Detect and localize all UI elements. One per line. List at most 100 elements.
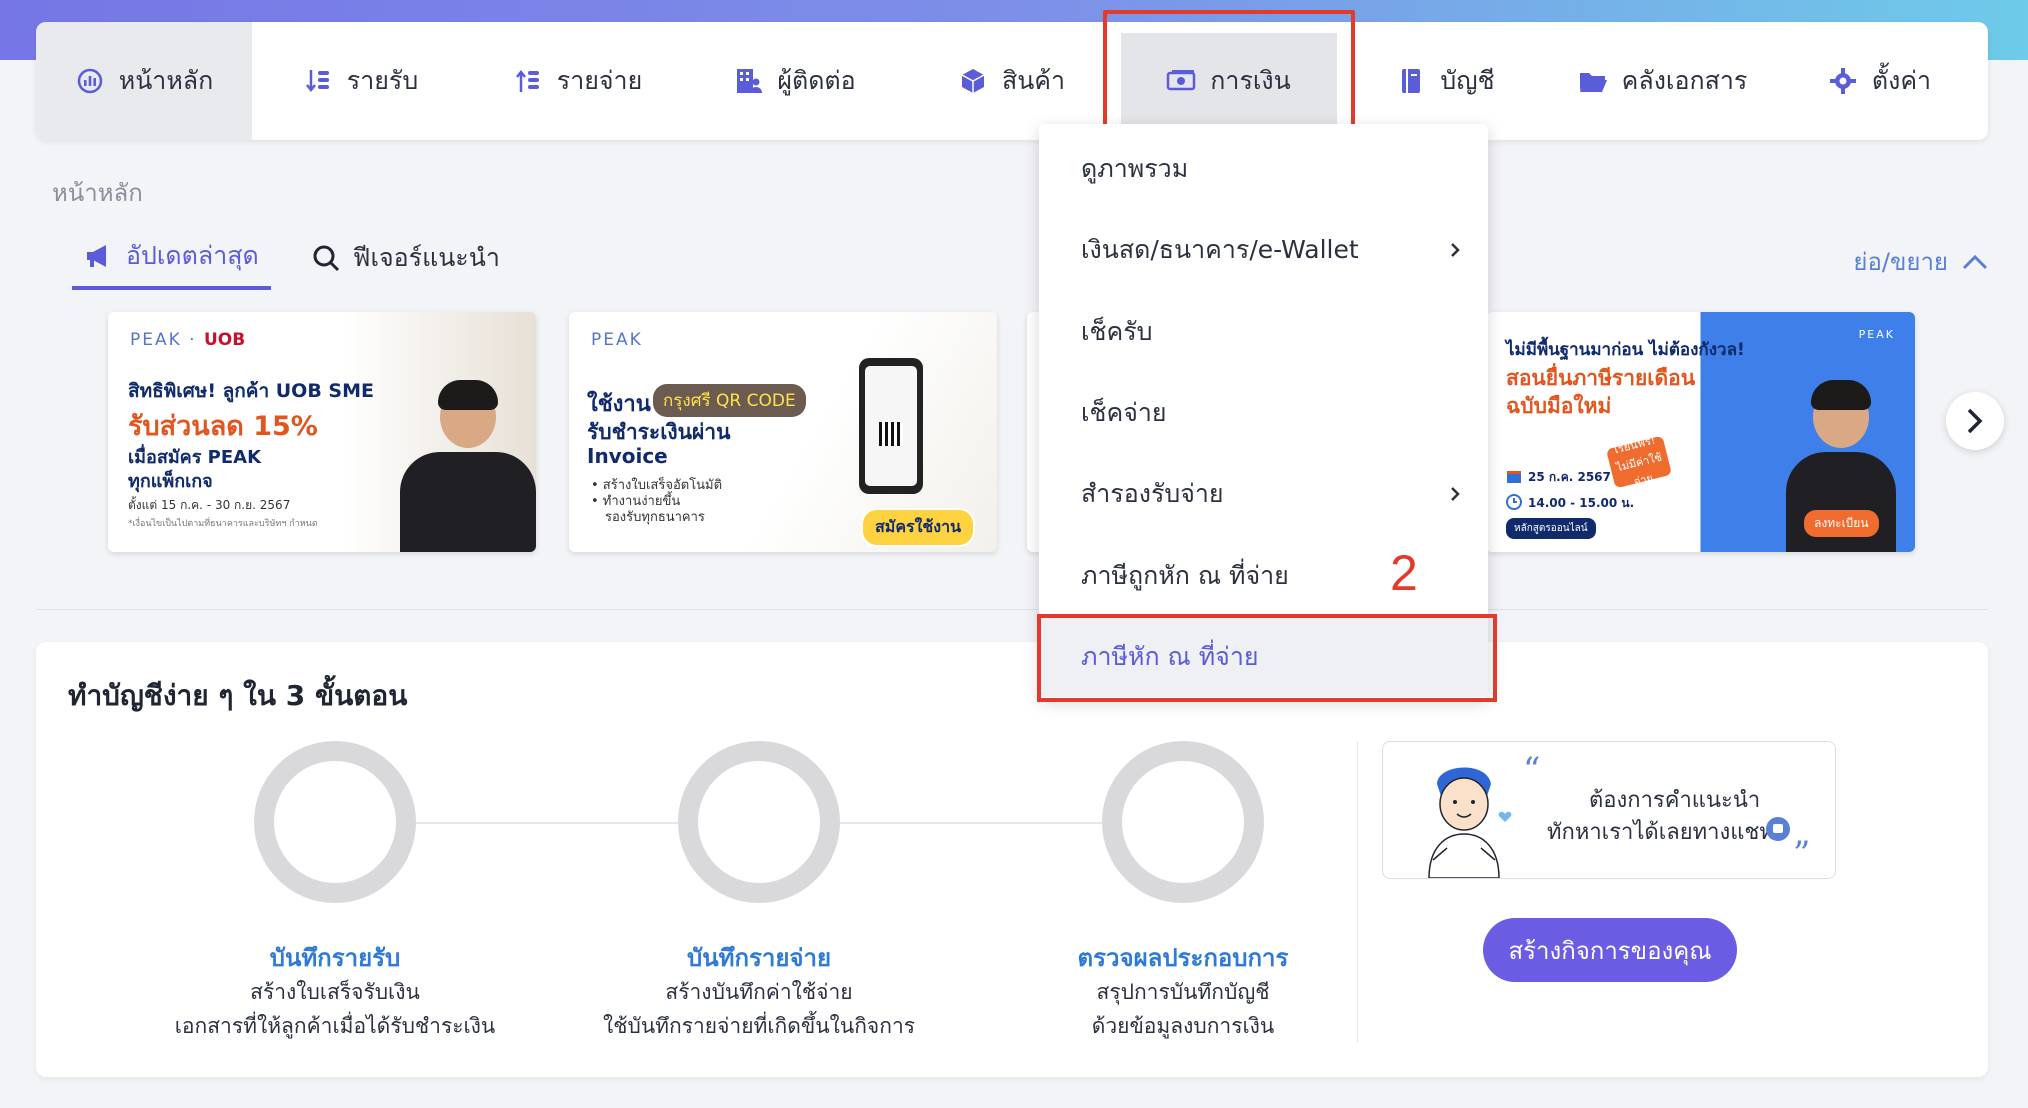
sort-coins-down-icon	[303, 66, 333, 96]
search-icon	[313, 245, 339, 272]
annotation-box-finance	[1103, 10, 1355, 139]
content-tabs: อัปเดตล่าสุด ฟีเจอร์แนะนำ	[72, 236, 512, 290]
step-subtitle: สร้างบันทึกค่าใช้จ่าย	[665, 980, 853, 1004]
menu-item-withheld-tax-received[interactable]: ภาษีถูกหัก ณ ที่จ่าย	[1039, 536, 1488, 616]
megaphone-icon	[87, 245, 106, 267]
nav-label-products: สินค้า	[1001, 66, 1066, 95]
menu-item-cheque-paid[interactable]: เช็คจ่าย	[1039, 373, 1488, 453]
clock-icon	[1506, 494, 1522, 510]
banner-logo: PEAK	[1858, 328, 1895, 341]
menu-item-overview[interactable]: ดูภาพรวม	[1039, 129, 1488, 209]
qr-code-icon	[879, 422, 903, 446]
chat-help-card[interactable]: “ ต้องการคำแนะนำ ทักหาเราได้เลยทางแชท ”	[1382, 741, 1836, 879]
menu-item-label: เช็คจ่าย	[1081, 398, 1167, 427]
quote-open-icon: “	[1523, 750, 1541, 790]
collapse-label: ย่อ/ขยาย	[1853, 248, 1948, 276]
carousel-next-button[interactable]	[1946, 392, 2004, 450]
building-person-icon	[733, 66, 763, 96]
banner-headline: ฉบับมือใหม่	[1506, 394, 1612, 418]
chevron-up-icon	[1962, 254, 1988, 269]
banner-krungsri-qr[interactable]: PEAK ใช้งาน กรุงศรี QR CODE รับชำระเงินผ…	[569, 312, 997, 552]
nav-item-income[interactable]: รายรับ	[252, 22, 469, 140]
step-subtitle: ใช้บันทึกรายจ่ายที่เกิดขึ้นในกิจการ	[602, 1014, 916, 1038]
annotation-number-2: 2	[1390, 545, 1418, 601]
menu-item-petty-cash[interactable]: สำรองรับจ่าย	[1039, 454, 1488, 534]
menu-item-label: ภาษีถูกหัก ณ ที่จ่าย	[1081, 561, 1289, 590]
banner-logo: PEAK · UOB	[130, 330, 246, 350]
box-icon	[958, 66, 988, 96]
step-connector	[838, 822, 1146, 824]
step-subtitle: เอกสารที่ให้ลูกค้าเมื่อได้รับชำระเงิน	[174, 1014, 496, 1038]
support-character-illustration	[1428, 767, 1512, 878]
banner-text: สิทธิพิเศษ! ลูกค้า UOB SME	[128, 380, 374, 402]
section-divider	[36, 609, 1988, 610]
dashboard-gauge-icon	[75, 66, 105, 96]
menu-item-cheque-received[interactable]: เช็ครับ	[1039, 292, 1488, 372]
tab-label-latest: อัปเดตล่าสุด	[126, 241, 259, 270]
nav-item-accounts[interactable]: บัญชี	[1337, 22, 1554, 140]
banner-headline: รับส่วนลด 15%	[128, 411, 318, 442]
step-progress-ring	[254, 741, 416, 903]
step-title-performance[interactable]: ตรวจผลประกอบการ	[1003, 938, 1363, 977]
banner-cta-button[interactable]: สมัครใช้งาน	[861, 508, 976, 547]
nav-item-contacts[interactable]: ผู้ติดต่อ	[686, 22, 903, 140]
banner-uob-promo[interactable]: PEAK · UOB สิทธิพิเศษ! ลูกค้า UOB SME รั…	[108, 312, 536, 552]
step-progress-ring	[678, 741, 840, 903]
menu-item-cash-bank-ewallet[interactable]: เงินสด/ธนาคาร/e-Wallet	[1039, 210, 1488, 290]
chevron-right-icon	[1967, 408, 1983, 434]
annotation-box-withholding-tax	[1037, 614, 1497, 702]
steps-card: ทำบัญชีง่าย ๆ ใน 3 ขั้นตอน บันทึกรายรับ …	[36, 642, 1988, 1077]
chevron-right-icon	[1451, 487, 1460, 501]
nav-item-documents[interactable]: คลังเอกสาร	[1554, 22, 1771, 140]
step-connector	[414, 822, 722, 824]
step-subtitle: สร้างใบเสร็จรับเงิน	[250, 980, 420, 1004]
nav-item-home[interactable]: หน้าหลัก	[36, 22, 252, 140]
banner-text: ไม่มีพื้นฐานมาก่อน ไม่ต้องกังวล!	[1506, 340, 1745, 360]
banner-tag: กรุงศรี QR CODE	[653, 384, 806, 417]
step-progress-ring	[1102, 741, 1264, 903]
banner-bullet: รองรับทุกธนาคาร	[605, 510, 705, 525]
menu-item-label: สำรองรับจ่าย	[1081, 479, 1224, 508]
nav-label-expense: รายจ่าย	[556, 66, 643, 95]
banner-cta-button[interactable]: ลงทะเบียน	[1804, 510, 1879, 537]
tab-featured[interactable]: ฟีเจอร์แนะนำ	[299, 236, 512, 290]
step-title-income[interactable]: บันทึกรายรับ	[155, 938, 515, 977]
step-subtitle: ด้วยข้อมูลงบการเงิน	[1091, 1014, 1275, 1038]
nav-label-accounts: บัญชี	[1440, 66, 1495, 95]
nav-item-settings[interactable]: ตั้งค่า	[1771, 22, 1988, 140]
menu-item-label: ดูภาพรวม	[1081, 154, 1189, 183]
collapse-toggle[interactable]: ย่อ/ขยาย	[1853, 242, 1988, 281]
folder-open-icon	[1578, 66, 1608, 96]
tab-label-featured: ฟีเจอร์แนะนำ	[352, 243, 500, 272]
gear-icon	[1828, 66, 1858, 96]
step-title-expense[interactable]: บันทึกรายจ่าย	[579, 938, 939, 977]
nav-label-income: รายรับ	[346, 66, 419, 95]
breadcrumb: หน้าหลัก	[52, 179, 143, 207]
banner-tax-course[interactable]: ไม่มีพื้นฐานมาก่อน ไม่ต้องกังวล! สอนยื่น…	[1486, 312, 1915, 552]
calendar-icon	[1507, 471, 1521, 483]
nav-label-documents: คลังเอกสาร	[1621, 66, 1748, 95]
tab-latest-updates[interactable]: อัปเดตล่าสุด	[72, 236, 271, 290]
step-subtitle: สรุปการบันทึกบัญชี	[1096, 980, 1270, 1004]
banner-fineprint: *เงื่อนไขเป็นไปตามที่ธนาคารและบริษัทฯ กำ…	[128, 519, 318, 529]
create-business-button[interactable]: สร้างกิจการของคุณ	[1483, 918, 1737, 982]
banner-date: 25 ก.ค. 2567	[1528, 470, 1611, 484]
banner-time: 14.00 - 15.00 น.	[1528, 496, 1635, 510]
banner-badge: เรียนฟรี! ไม่มีค่าใช้จ่าย	[1606, 434, 1672, 489]
banner-text: Invoice	[587, 444, 668, 468]
steps-title: ทำบัญชีง่าย ๆ ใน 3 ขั้นตอน	[68, 679, 408, 712]
banner-date: ตั้งแต่ 15 ก.ค. - 30 ก.ย. 2567	[128, 498, 291, 512]
chevron-right-icon	[1451, 243, 1460, 257]
menu-item-label: เช็ครับ	[1081, 317, 1153, 346]
chat-bubble-icon	[1766, 817, 1790, 841]
banner-person-image	[400, 380, 536, 552]
nav-item-expense[interactable]: รายจ่าย	[469, 22, 686, 140]
banner-tag: หลักสูตรออนไลน์	[1506, 518, 1596, 539]
help-text-line1: ต้องการคำแนะนำ	[1589, 788, 1761, 813]
nav-item-products[interactable]: สินค้า	[903, 22, 1120, 140]
menu-item-label: เงินสด/ธนาคาร/e-Wallet	[1081, 235, 1359, 264]
help-text-line2: ทักหาเราได้เลยทางแชท	[1547, 820, 1774, 845]
quote-close-icon: ”	[1793, 834, 1811, 874]
banner-text: ทุกแพ็กเกจ	[128, 471, 213, 492]
main-nav: หน้าหลัก รายรับ รายจ่าย ผู้ติดต่อ สินค้า…	[36, 22, 1988, 140]
